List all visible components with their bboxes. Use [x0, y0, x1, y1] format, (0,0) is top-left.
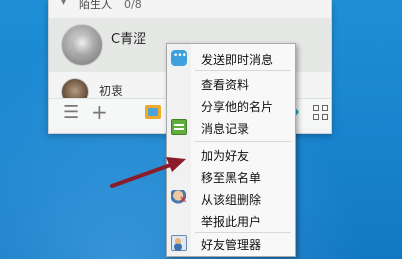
- menu-item-label: 消息记录: [201, 122, 250, 136]
- contact-context-menu: 发送即时消息 查看资料 分享他的名片 消息记录 加为好友 移至黑名单 从该组删除…: [166, 43, 296, 257]
- menu-item-add-friend[interactable]: 加为好友: [167, 143, 295, 165]
- app-grid-icon[interactable]: [313, 105, 329, 121]
- app-manager-icon[interactable]: [145, 105, 161, 119]
- chat-bubble-icon: [171, 50, 187, 66]
- menu-separator: [195, 141, 291, 142]
- group-header-strangers[interactable]: ▾ 陌生人 0/8: [49, 0, 331, 14]
- menu-item-remove-from-group[interactable]: 从该组删除: [167, 187, 295, 209]
- group-count: 0/8: [124, 0, 142, 11]
- contact-name: 初衷: [99, 84, 124, 98]
- remove-from-group-icon: [171, 190, 187, 206]
- menu-separator: [195, 70, 291, 71]
- menu-item-label: 从该组删除: [201, 193, 262, 207]
- contact-name: C青涩: [111, 32, 147, 47]
- menu-item-label: 好友管理器: [201, 238, 262, 252]
- menu-item-share-card[interactable]: 分享他的名片: [167, 94, 295, 116]
- group-collapse-icon[interactable]: ▾: [61, 0, 66, 8]
- menu-item-send-message[interactable]: 发送即时消息: [167, 47, 295, 69]
- group-name: 陌生人: [79, 0, 112, 11]
- avatar[interactable]: [61, 24, 103, 66]
- menu-item-label: 分享他的名片: [201, 100, 274, 114]
- menu-item-report-user[interactable]: 举报此用户: [167, 209, 295, 231]
- menu-item-label: 举报此用户: [201, 215, 262, 229]
- menu-item-message-history[interactable]: 消息记录: [167, 116, 295, 138]
- menu-item-view-profile[interactable]: 查看资料: [167, 72, 295, 94]
- menu-item-label: 移至黑名单: [201, 171, 262, 185]
- menu-item-label: 发送即时消息: [201, 53, 274, 67]
- main-menu-icon[interactable]: ☰: [63, 104, 79, 122]
- add-icon[interactable]: +: [91, 102, 108, 122]
- menu-item-label: 查看资料: [201, 78, 250, 92]
- avatar[interactable]: [61, 78, 89, 98]
- menu-item-friend-manager[interactable]: 好友管理器: [167, 232, 295, 254]
- menu-item-label: 加为好友: [201, 149, 250, 163]
- friend-manager-icon: [171, 235, 187, 251]
- history-icon: [171, 119, 187, 135]
- menu-item-move-to-blacklist[interactable]: 移至黑名单: [167, 165, 295, 187]
